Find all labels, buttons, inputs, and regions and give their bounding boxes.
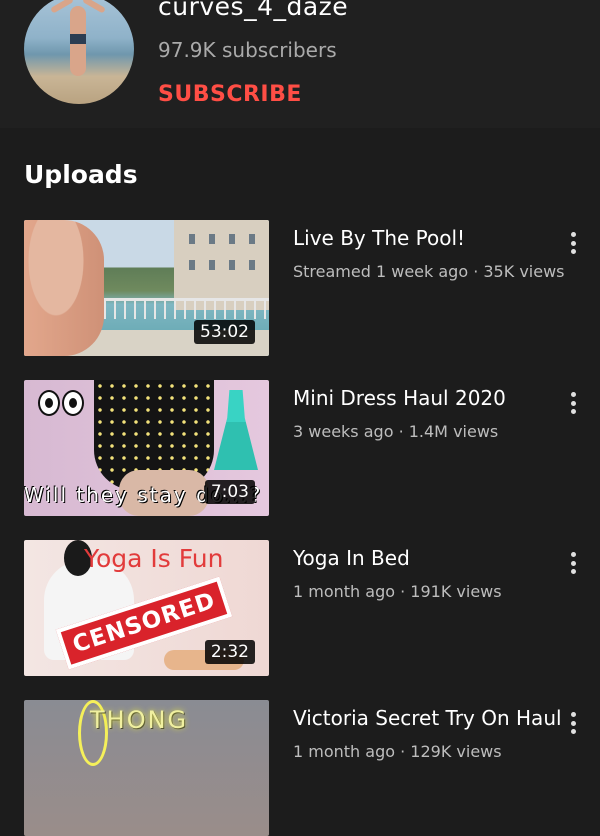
subscribe-button[interactable]: SUBSCRIBE [158,82,302,107]
video-meta: 1 month ago · 191K views [293,582,502,601]
video-thumbnail[interactable]: THONG [24,700,269,836]
channel-avatar[interactable] [24,0,134,104]
video-thumbnail[interactable]: Will they stay do...? 7:03 [24,380,269,516]
video-title[interactable]: Victoria Secret Try On Haul [293,706,562,730]
video-item[interactable]: THONG Victoria Secret Try On Haul 1 mont… [0,700,600,836]
video-duration: 7:03 [204,480,255,504]
video-thumbnail[interactable]: 53:02 [24,220,269,356]
video-title[interactable]: Mini Dress Haul 2020 [293,386,506,410]
video-item[interactable]: Yoga Is Fun CENSORED 2:32 Yoga In Bed 1 … [0,540,600,676]
channel-name: curves_4_daze [158,0,349,21]
section-title: Uploads [24,160,138,189]
video-meta: Streamed 1 week ago · 35K views [293,262,565,281]
more-vert-icon[interactable] [562,230,584,256]
video-duration: 2:32 [204,640,255,664]
video-duration: 53:02 [194,320,255,344]
video-meta: 1 month ago · 129K views [293,742,502,761]
more-vert-icon[interactable] [562,390,584,416]
video-title[interactable]: Live By The Pool! [293,226,465,250]
video-thumbnail[interactable]: Yoga Is Fun CENSORED 2:32 [24,540,269,676]
video-item[interactable]: 53:02 Live By The Pool! Streamed 1 week … [0,220,600,356]
video-meta: 3 weeks ago · 1.4M views [293,422,499,441]
channel-header: curves_4_daze 97.9K subscribers SUBSCRIB… [0,0,600,128]
video-item[interactable]: Will they stay do...? 7:03 Mini Dress Ha… [0,380,600,516]
more-vert-icon[interactable] [562,710,584,736]
more-vert-icon[interactable] [562,550,584,576]
thumbnail-text: Yoga Is Fun [84,544,224,573]
thumbnail-text: THONG [90,706,189,734]
video-title[interactable]: Yoga In Bed [293,546,410,570]
subscriber-count: 97.9K subscribers [158,38,337,62]
